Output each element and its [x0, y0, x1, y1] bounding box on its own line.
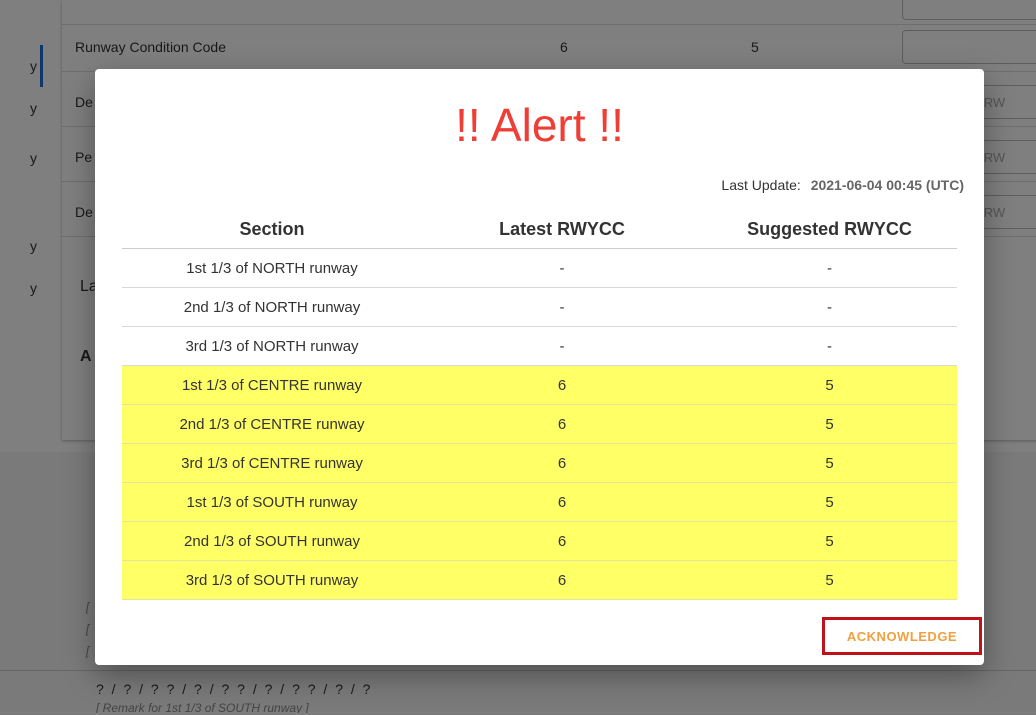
- column-header-latest: Latest RWYCC: [422, 210, 702, 249]
- cell-latest-rwycc: -: [422, 287, 702, 327]
- cell-section: 2nd 1/3 of NORTH runway: [122, 287, 422, 327]
- column-header-suggested: Suggested RWYCC: [702, 210, 957, 249]
- cell-suggested-rwycc: -: [702, 326, 957, 366]
- cell-latest-rwycc: 6: [422, 443, 702, 483]
- cell-section: 1st 1/3 of NORTH runway: [122, 248, 422, 288]
- cell-latest-rwycc: -: [422, 248, 702, 288]
- cell-latest-rwycc: 6: [422, 365, 702, 405]
- cell-suggested-rwycc: 5: [702, 404, 957, 444]
- alert-title: !! Alert !!: [455, 99, 624, 151]
- cell-suggested-rwycc: 5: [702, 482, 957, 522]
- cell-section: 3rd 1/3 of SOUTH runway: [122, 560, 422, 600]
- cell-latest-rwycc: 6: [422, 404, 702, 444]
- cell-section: 2nd 1/3 of SOUTH runway: [122, 521, 422, 561]
- cell-section: 2nd 1/3 of CENTRE runway: [122, 404, 422, 444]
- cell-suggested-rwycc: -: [702, 248, 957, 288]
- cell-section: 1st 1/3 of CENTRE runway: [122, 365, 422, 405]
- last-update-value: 2021-06-04 00:45 (UTC): [810, 177, 964, 193]
- cell-suggested-rwycc: 5: [702, 365, 957, 405]
- column-header-section: Section: [122, 210, 422, 249]
- table-row: 1st 1/3 of CENTRE runway 6 5: [122, 365, 957, 405]
- cell-section: 3rd 1/3 of NORTH runway: [122, 326, 422, 366]
- table-header-row: Section Latest RWYCC Suggested RWYCC: [122, 210, 957, 249]
- cell-section: 1st 1/3 of SOUTH runway: [122, 482, 422, 522]
- table-row: 2nd 1/3 of NORTH runway - -: [122, 287, 957, 327]
- table-row: 2nd 1/3 of SOUTH runway 6 5: [122, 521, 957, 561]
- cell-suggested-rwycc: 5: [702, 521, 957, 561]
- cell-latest-rwycc: -: [422, 326, 702, 366]
- cell-latest-rwycc: 6: [422, 482, 702, 522]
- last-update: Last Update: 2021-06-04 00:45 (UTC): [721, 177, 964, 193]
- table-row: 1st 1/3 of NORTH runway - -: [122, 248, 957, 288]
- cell-suggested-rwycc: 5: [702, 443, 957, 483]
- table-row: 2nd 1/3 of CENTRE runway 6 5: [122, 404, 957, 444]
- cell-latest-rwycc: 6: [422, 560, 702, 600]
- table-row: 3rd 1/3 of SOUTH runway 6 5: [122, 560, 957, 600]
- last-update-label: Last Update:: [721, 177, 801, 193]
- rwycc-table: Section Latest RWYCC Suggested RWYCC 1st…: [122, 210, 957, 600]
- cell-latest-rwycc: 6: [422, 521, 702, 561]
- cell-suggested-rwycc: -: [702, 287, 957, 327]
- alert-dialog: !! Alert !! Last Update: 2021-06-04 00:4…: [95, 69, 984, 665]
- acknowledge-button[interactable]: ACKNOWLEDGE: [822, 617, 982, 655]
- cell-suggested-rwycc: 5: [702, 560, 957, 600]
- table-row: 3rd 1/3 of NORTH runway - -: [122, 326, 957, 366]
- cell-section: 3rd 1/3 of CENTRE runway: [122, 443, 422, 483]
- table-row: 3rd 1/3 of CENTRE runway 6 5: [122, 443, 957, 483]
- table-row: 1st 1/3 of SOUTH runway 6 5: [122, 482, 957, 522]
